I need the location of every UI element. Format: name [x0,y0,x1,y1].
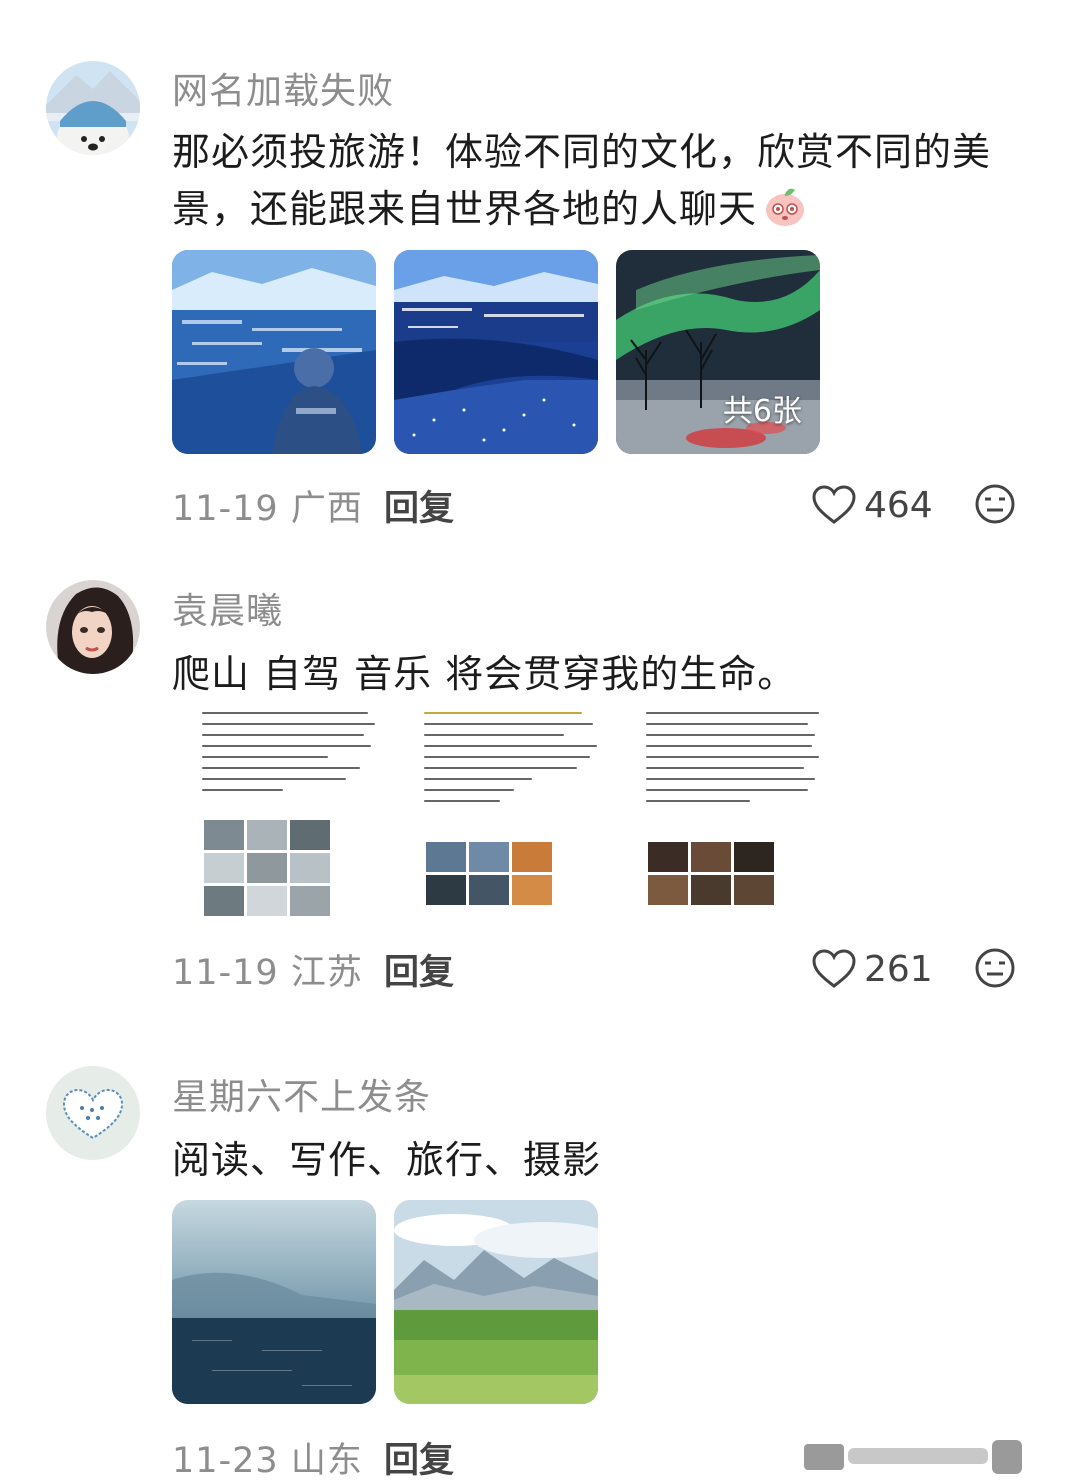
comment-text-content: 那必须投旅游！体验不同的文化，欣赏不同的美景，还能跟来自世界各地的人聊天 [172,130,992,231]
avatar[interactable] [46,1066,140,1160]
username[interactable]: 袁晨曦 [172,582,283,634]
image-gallery [172,1200,602,1404]
username[interactable]: 星期六不上发条 [172,1068,431,1120]
image-gallery: 共6张 [172,250,822,454]
avatar[interactable] [46,61,140,155]
gallery-image[interactable]: 共6张 [616,250,820,454]
date-location: 11-19 广西 [172,489,363,529]
image-count-label: 共6张 [722,394,802,429]
comment-meta: 11-19 广西 回复 464 [172,480,1032,530]
like-count: 261 [864,948,933,990]
heart-outline-icon [812,949,856,988]
gallery-image[interactable] [394,1200,598,1404]
date-location: 11-23 山东 [172,1441,363,1480]
scroll-indicator-icon [804,1440,1022,1474]
heart-outline-icon [812,485,856,524]
like-button[interactable]: 261 [812,944,933,994]
gallery-image[interactable] [172,250,376,454]
gallery-image[interactable] [202,710,382,920]
avatar[interactable] [46,580,140,674]
neutral-face-icon[interactable] [974,483,1016,525]
image-gallery [172,710,826,920]
like-count: 464 [864,484,933,526]
reply-button[interactable]: 回复 [384,480,454,531]
comment-meta: 11-23 山东 回复 [172,1432,472,1480]
neutral-face-icon[interactable] [974,947,1016,989]
gallery-image[interactable] [172,1200,376,1404]
like-button[interactable]: 464 [812,480,933,530]
reply-button[interactable]: 回复 [384,1432,454,1480]
comment-text: 爬山 自驾 音乐 将会贯穿我的生命。 [172,652,797,696]
gallery-image[interactable] [646,710,826,920]
comment-text: 阅读、写作、旅行、摄影 [172,1138,602,1182]
date-location: 11-19 江苏 [172,953,363,993]
comment-meta: 11-19 江苏 回复 261 [172,944,1032,994]
reply-button[interactable]: 回复 [384,944,454,995]
gallery-image[interactable] [424,710,604,920]
username[interactable]: 网名加载失败 [172,62,394,114]
peach-emoji-icon [763,184,807,228]
gallery-image[interactable] [394,250,598,454]
comment-text: 那必须投旅游！体验不同的文化，欣赏不同的美景，还能跟来自世界各地的人聊天 [172,124,1022,238]
